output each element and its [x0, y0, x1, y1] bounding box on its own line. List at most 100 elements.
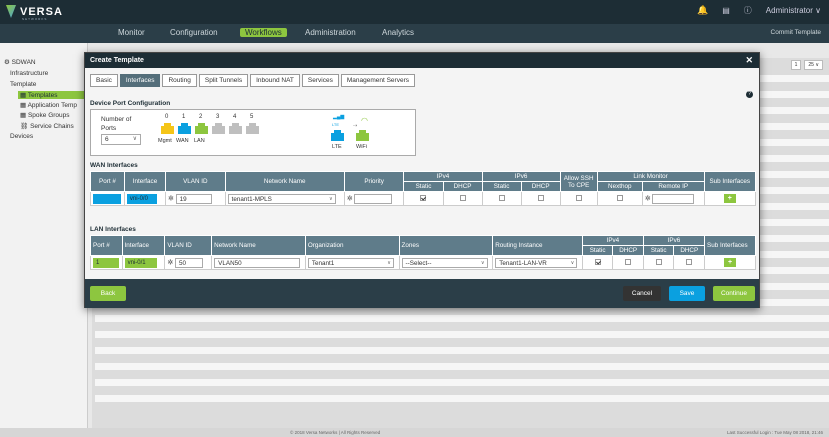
nav-workflows[interactable]: Workflows	[240, 28, 287, 37]
lan-ipv6-dhcp-checkbox[interactable]	[686, 259, 693, 266]
wan-nexthop-checkbox[interactable]	[616, 195, 623, 202]
lan-organization-select[interactable]: Tenant1 ∨	[307, 257, 394, 268]
tab-inbound-nat[interactable]: Inbound NAT	[250, 74, 300, 87]
wan-priority-input[interactable]	[354, 193, 393, 204]
wan-ipv6-static-checkbox[interactable]	[498, 195, 505, 202]
lan-col-network: Network Name	[211, 235, 306, 256]
page-size-select[interactable]: 25 ∨	[804, 60, 823, 70]
port-2-lan-icon[interactable]	[195, 123, 208, 134]
port-number-3: 3	[216, 114, 220, 120]
sidebar-item-service-chains[interactable]: ⛓ Service Chains	[20, 122, 74, 130]
tab-bar: Basic Interfaces Routing Split Tunnels I…	[90, 74, 415, 87]
sidebar-item-sdwan[interactable]: ⚙ SDWAN	[4, 58, 36, 66]
num-ports-select[interactable]: 6 ∨	[101, 134, 141, 145]
lan-vlan-input[interactable]: 50	[174, 257, 203, 268]
sidebar-item-infrastructure[interactable]: Infrastructure	[10, 70, 48, 77]
wan-nexthop-header: Nexthop	[596, 181, 643, 192]
lan-port-chip[interactable]: 1	[93, 257, 119, 268]
tab-split-tunnels[interactable]: Split Tunnels	[198, 74, 249, 87]
wan-col-ipv6: IPv6	[481, 171, 561, 182]
tab-services[interactable]: Services	[301, 74, 339, 87]
wan-priority-gear-icon[interactable]: ✲	[347, 195, 353, 202]
lan-row: 1 vni-0/1 ✲ 50 VLAN50 Tenant1 ∨ --Select-…	[90, 255, 756, 270]
pager: 1 25 ∨	[790, 60, 823, 70]
lan-ipv6-static-checkbox[interactable]	[655, 259, 662, 266]
wan-remote-ip-input[interactable]	[652, 193, 695, 204]
sidebar: ⚙ SDWAN Infrastructure Template ▦ Templa…	[0, 43, 88, 428]
wan-ipv4-static-checkbox[interactable]	[420, 195, 427, 202]
wan-col-link-monitor: Link Monitor	[596, 171, 705, 182]
lan-routing-instance-select[interactable]: Tenant1-LAN-VR ∨	[495, 257, 578, 268]
wan-remote-ip-header: Remote IP	[641, 181, 705, 192]
tab-basic[interactable]: Basic	[90, 74, 118, 87]
sidebar-item-application-templates[interactable]: ▦ Application Temp	[20, 101, 77, 109]
wan-add-sub-interface-button[interactable]: +	[723, 194, 736, 203]
port-1-wan-icon[interactable]	[178, 123, 191, 134]
wan-interfaces-table: Port # Interface VLAN ID Network Name Pr…	[90, 171, 757, 206]
user-menu[interactable]: Administrator ∨	[766, 6, 821, 15]
wan-network-select[interactable]: tenant1-MPLS ∨	[227, 193, 336, 204]
lte-port-icon[interactable]	[331, 130, 344, 141]
nav-configuration[interactable]: Configuration	[170, 28, 218, 37]
wifi-port-icon[interactable]	[356, 130, 369, 141]
create-template-modal: Create Template ✕ Basic Interfaces Routi…	[84, 52, 760, 308]
lan-ipv4-dhcp-checkbox[interactable]	[625, 259, 632, 266]
tab-interfaces[interactable]: Interfaces	[119, 74, 161, 87]
tab-routing[interactable]: Routing	[162, 74, 197, 87]
info-icon[interactable]: ⓘ	[744, 5, 752, 16]
port-label-mgmt: Mgmt	[158, 138, 172, 144]
back-button[interactable]: Back	[90, 286, 126, 301]
lan-zones-select[interactable]: --Select-- ∨	[401, 257, 488, 268]
sidebar-item-devices[interactable]: Devices	[10, 133, 33, 140]
wan-vlan-input[interactable]: 19	[175, 193, 212, 204]
port-5-icon[interactable]	[246, 123, 259, 134]
lte-label: LTE	[332, 144, 342, 150]
modal-title: Create Template	[90, 57, 144, 64]
lan-col-routing-instance: Routing Instance	[492, 235, 583, 256]
lan-network-input[interactable]: VLAN50	[214, 257, 301, 268]
sidebar-item-spoke-groups[interactable]: ▦ Spoke Groups	[20, 111, 70, 119]
wan-ipv6-dhcp-checkbox[interactable]	[537, 195, 544, 202]
port-number-5: 5	[250, 114, 254, 120]
wan-ssh-checkbox[interactable]	[575, 195, 582, 202]
cancel-button[interactable]: Cancel	[623, 286, 661, 301]
wan-ipv4-dhcp-header: DHCP	[442, 181, 483, 192]
port-number-4: 4	[233, 114, 237, 120]
lte-badge-icon: LTE	[332, 122, 340, 127]
sidebar-item-template[interactable]: Template	[10, 81, 36, 88]
sidebar-item-templates[interactable]: ▦ Templates	[18, 91, 86, 99]
nav-analytics[interactable]: Analytics	[382, 28, 414, 37]
wan-col-sub-interfaces: Sub Interfaces	[703, 171, 757, 192]
lan-add-sub-interface-button[interactable]: +	[724, 258, 737, 267]
wan-ipv4-static-header: Static	[403, 181, 444, 192]
page-number[interactable]: 1	[790, 60, 802, 70]
document-icon[interactable]: ▤	[722, 6, 730, 15]
lan-ipv6-static-header: Static	[642, 245, 675, 256]
lan-vlan-gear-icon[interactable]: ✲	[167, 259, 173, 266]
top-bar: VERSA NETWORKS 🔔 ▤ ⓘ Administrator ∨	[0, 0, 829, 24]
port-3-icon[interactable]	[212, 123, 225, 134]
continue-button[interactable]: Continue	[713, 286, 755, 301]
port-0-mgmt-icon[interactable]	[161, 123, 174, 134]
port-4-icon[interactable]	[229, 123, 242, 134]
lan-interface-chip[interactable]: vni-0/1	[124, 257, 157, 268]
save-button[interactable]: Save	[669, 286, 705, 301]
commit-template-link[interactable]: Commit Template	[771, 29, 821, 36]
lan-interfaces-title: LAN Interfaces	[90, 226, 136, 233]
wan-col-vlan: VLAN ID	[165, 171, 226, 192]
lan-ipv4-static-checkbox[interactable]	[594, 259, 601, 266]
help-icon[interactable]: ?	[746, 91, 753, 98]
wan-vlan-gear-icon[interactable]: ✲	[168, 195, 174, 202]
bell-icon[interactable]: 🔔	[697, 5, 708, 16]
modal-header: Create Template ✕	[85, 53, 759, 68]
wan-interface-chip[interactable]: vni-0/0	[126, 193, 157, 204]
wan-ipv4-dhcp-checkbox[interactable]	[459, 195, 466, 202]
wan-port-chip[interactable]: 0	[93, 193, 121, 204]
wan-remote-ip-gear-icon[interactable]: ✲	[645, 195, 651, 202]
nav-monitor[interactable]: Monitor	[118, 28, 145, 37]
lte-signal-icon: ▂▄▆	[333, 114, 345, 120]
nav-administration[interactable]: Administration	[305, 28, 356, 37]
tab-management-servers[interactable]: Management Servers	[340, 74, 415, 87]
close-icon[interactable]: ✕	[745, 55, 753, 66]
lan-interfaces-table: Port # Interface VLAN ID Network Name Or…	[90, 235, 756, 270]
